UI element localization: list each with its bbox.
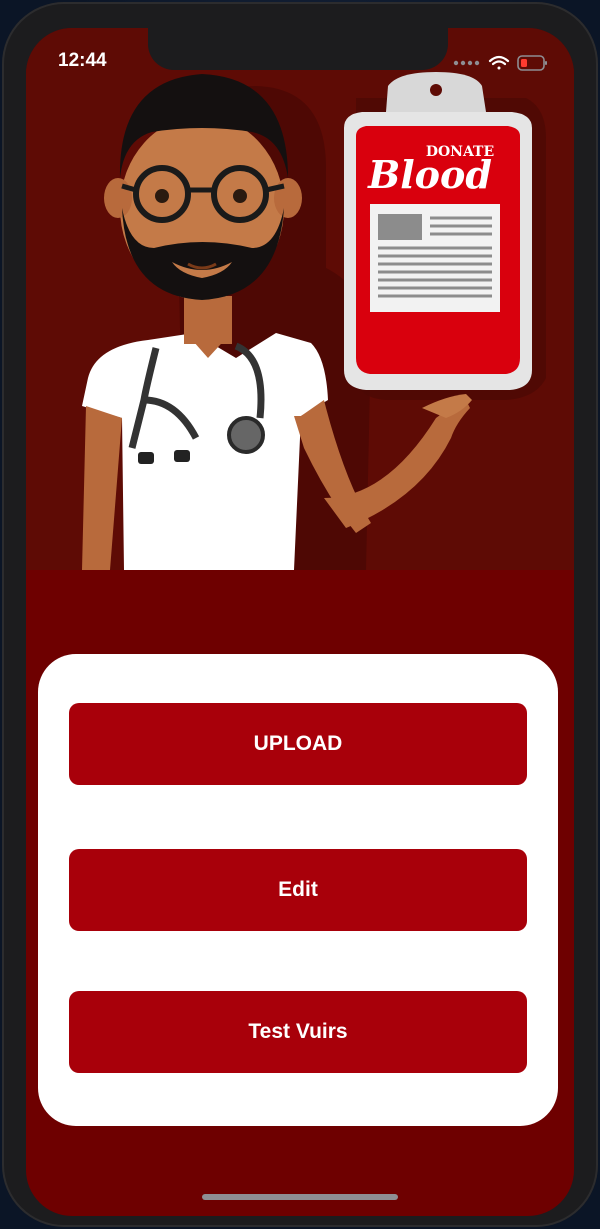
bag-blood-text: Blood	[367, 152, 492, 197]
test-virus-button[interactable]: Test Vuirs	[69, 991, 527, 1073]
signal-dots-icon	[453, 60, 480, 66]
doctor-donate-blood-illustration: DONATE Blood	[82, 72, 546, 570]
phone-frame: DONATE Blood 12:44 UPLOAD Edit Test Vuir…	[2, 2, 598, 1227]
upload-button[interactable]: UPLOAD	[69, 703, 527, 785]
actions-card: UPLOAD Edit Test Vuirs	[38, 654, 558, 1126]
edit-button[interactable]: Edit	[69, 849, 527, 931]
home-indicator[interactable]	[202, 1194, 398, 1200]
app-screen: DONATE Blood 12:44 UPLOAD Edit Test Vuir…	[26, 28, 574, 1216]
battery-low-icon	[517, 55, 547, 71]
hero-illustration: DONATE Blood	[26, 28, 574, 570]
device-notch	[148, 28, 448, 70]
status-time: 12:44	[58, 50, 107, 71]
status-icons	[453, 55, 547, 71]
wifi-icon	[488, 55, 510, 70]
